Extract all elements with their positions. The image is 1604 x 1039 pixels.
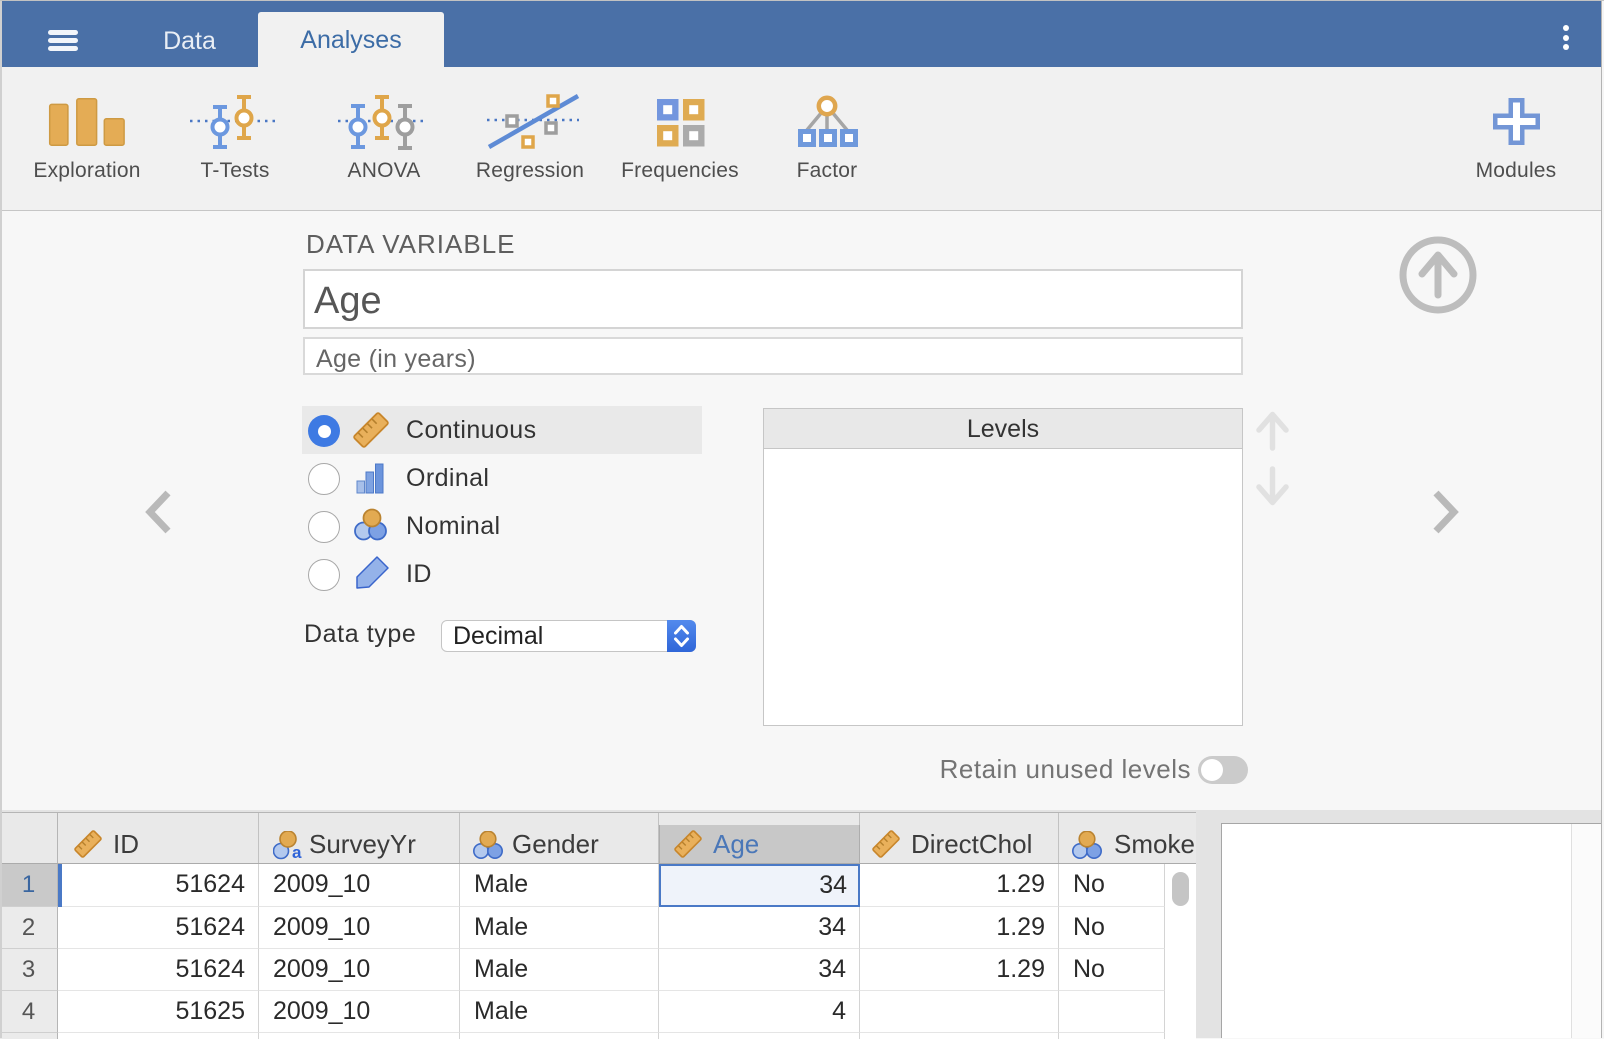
svg-text:a: a [292,843,302,861]
